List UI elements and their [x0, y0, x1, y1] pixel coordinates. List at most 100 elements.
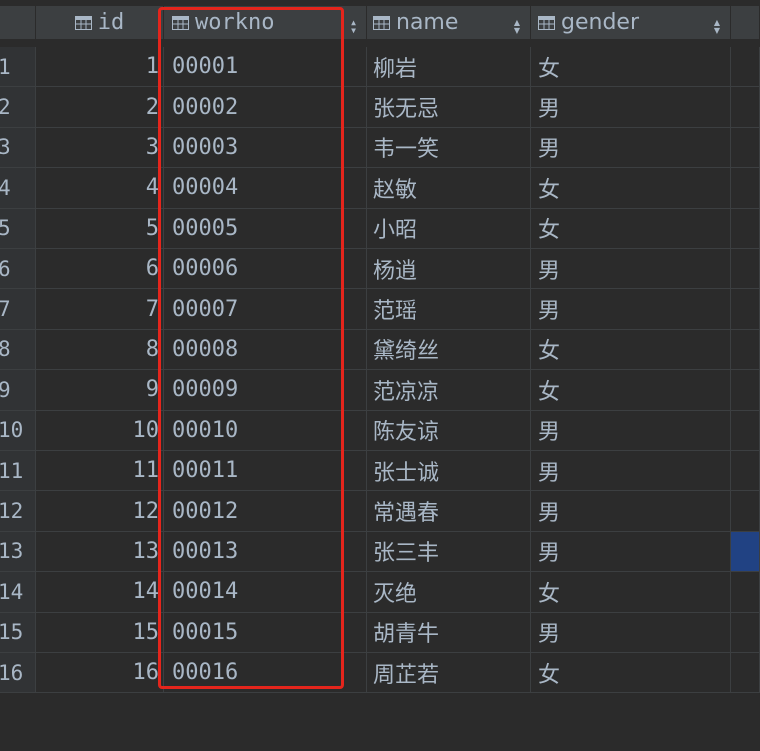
cell-workno[interactable]: 00002: [164, 87, 367, 128]
row-number[interactable]: 16: [0, 653, 36, 694]
cell-workno[interactable]: 00015: [164, 612, 367, 653]
cell-gender[interactable]: 男: [531, 410, 731, 451]
cell-gender[interactable]: 女: [531, 168, 731, 209]
cell-workno[interactable]: 00007: [164, 289, 367, 330]
cell-name[interactable]: 范凉凉: [367, 370, 531, 411]
cell-name[interactable]: 韦一笑: [367, 127, 531, 169]
table-row[interactable]: 12 12 00012 常遇春男: [0, 491, 760, 532]
column-header-gender[interactable]: gender ▲ ▼: [531, 6, 731, 40]
cell-gender[interactable]: 女: [531, 47, 731, 88]
cell-workno[interactable]: 00010: [164, 410, 367, 451]
cell-gender[interactable]: 男: [531, 531, 731, 573]
table-row[interactable]: 2200002张无忌男: [0, 87, 760, 128]
cell-gender[interactable]: 男: [531, 491, 731, 532]
cell-gender[interactable]: 女: [531, 653, 731, 694]
row-number[interactable]: 12: [0, 491, 36, 532]
cell-id[interactable]: 2: [36, 87, 164, 128]
cell-name[interactable]: 张三丰: [367, 531, 531, 573]
cell-id[interactable]: 4: [36, 168, 164, 209]
cell-workno[interactable]: 00008: [164, 329, 367, 371]
table-row[interactable]: 1100001柳岩女: [0, 47, 760, 88]
row-number[interactable]: 2: [0, 87, 36, 128]
cell-gender[interactable]: 女: [531, 370, 731, 411]
cell-id[interactable]: 1: [36, 47, 164, 88]
cell-id[interactable]: 15: [36, 612, 164, 653]
cell-gender[interactable]: 男: [531, 87, 731, 128]
row-number[interactable]: 10: [0, 410, 36, 451]
cell-name[interactable]: 小昭: [367, 208, 531, 249]
cell-id[interactable]: 10: [36, 410, 164, 451]
table-row[interactable]: 11 11 00011 张士诚男: [0, 451, 760, 492]
cell-id[interactable]: 6: [36, 249, 164, 290]
cell-name[interactable]: 赵敏: [367, 168, 531, 209]
cell-workno[interactable]: 00009: [164, 370, 367, 411]
cell-id[interactable]: 9: [36, 370, 164, 411]
table-row[interactable]: 7700007范瑶男: [0, 289, 760, 330]
cell-gender[interactable]: 男: [531, 127, 731, 169]
table-row[interactable]: 4400004赵敏女: [0, 168, 760, 209]
cell-gender[interactable]: 女: [531, 208, 731, 249]
cell-name[interactable]: 陈友谅: [367, 410, 531, 451]
cell-id[interactable]: 14: [36, 572, 164, 613]
table-row[interactable]: 9900009范凉凉女: [0, 370, 760, 411]
table-row[interactable]: 10 10 00010 陈友谅男: [0, 410, 760, 451]
row-number[interactable]: 3: [0, 127, 36, 169]
row-number[interactable]: 4: [0, 168, 36, 209]
row-number[interactable]: 5: [0, 208, 36, 249]
cell-workno[interactable]: 00012: [164, 491, 367, 532]
table-row[interactable]: 6600006杨逍男: [0, 249, 760, 290]
cell-gender[interactable]: 男: [531, 289, 731, 330]
cell-workno[interactable]: 00004: [164, 168, 367, 209]
cell-gender[interactable]: 男: [531, 451, 731, 492]
cell-name[interactable]: 张无忌: [367, 87, 531, 128]
cell-id[interactable]: 16: [36, 653, 164, 694]
cell-id[interactable]: 3: [36, 127, 164, 169]
cell-workno[interactable]: 00011: [164, 451, 367, 492]
table-row[interactable]: 15 15 00015 胡青牛男: [0, 612, 760, 653]
row-number[interactable]: 8: [0, 329, 36, 371]
cell-name[interactable]: 周芷若: [367, 653, 531, 694]
table-row[interactable]: 8800008黛绮丝女: [0, 329, 760, 371]
cell-workno[interactable]: 00005: [164, 208, 367, 249]
row-number[interactable]: 9: [0, 370, 36, 411]
cell-workno[interactable]: 00001: [164, 47, 367, 88]
cell-gender[interactable]: 女: [531, 329, 731, 371]
table-row[interactable]: 16 16 00016 周芷若女: [0, 653, 760, 694]
sort-arrows-icon[interactable]: ▲ ▼: [514, 19, 520, 35]
cell-gender[interactable]: 女: [531, 572, 731, 613]
cell-workno[interactable]: 00013: [164, 531, 367, 573]
cell-id[interactable]: 8: [36, 329, 164, 371]
cell-workno[interactable]: 00003: [164, 127, 367, 169]
column-header-workno[interactable]: workno ▲ ▼: [164, 6, 367, 40]
row-number[interactable]: 15: [0, 612, 36, 653]
row-number[interactable]: 1: [0, 47, 36, 88]
sort-arrows-icon[interactable]: ▲ ▼: [351, 19, 356, 35]
row-number[interactable]: 13: [0, 531, 36, 573]
cell-name[interactable]: 常遇春: [367, 491, 531, 532]
cell-workno[interactable]: 00014: [164, 572, 367, 613]
table-row[interactable]: 5500005小昭女: [0, 208, 760, 249]
cell-workno[interactable]: 00006: [164, 249, 367, 290]
row-number[interactable]: 7: [0, 289, 36, 330]
cell-id[interactable]: 13: [36, 531, 164, 573]
column-header-id[interactable]: id: [36, 6, 164, 40]
sort-arrows-icon[interactable]: ▲ ▼: [714, 19, 720, 35]
row-number[interactable]: 11: [0, 451, 36, 492]
cell-name[interactable]: 柳岩: [367, 47, 531, 88]
cell-gender[interactable]: 男: [531, 612, 731, 653]
cell-name[interactable]: 黛绮丝: [367, 329, 531, 371]
cell-id[interactable]: 12: [36, 491, 164, 532]
row-number[interactable]: 6: [0, 249, 36, 290]
table-row[interactable]: 3300003韦一笑男: [0, 127, 760, 169]
cell-gender[interactable]: 男: [531, 249, 731, 290]
column-header-name[interactable]: name ▲ ▼: [367, 6, 531, 40]
table-row[interactable]: 13 13 00013 张三丰男: [0, 531, 760, 573]
cell-workno[interactable]: 00016: [164, 653, 367, 694]
cell-name[interactable]: 灭绝: [367, 572, 531, 613]
cell-name[interactable]: 张士诚: [367, 451, 531, 492]
table-row[interactable]: 14 14 00014 灭绝女: [0, 572, 760, 613]
cell-name[interactable]: 胡青牛: [367, 612, 531, 653]
cell-id[interactable]: 5: [36, 208, 164, 249]
row-number[interactable]: 14: [0, 572, 36, 613]
cell-id[interactable]: 11: [36, 451, 164, 492]
